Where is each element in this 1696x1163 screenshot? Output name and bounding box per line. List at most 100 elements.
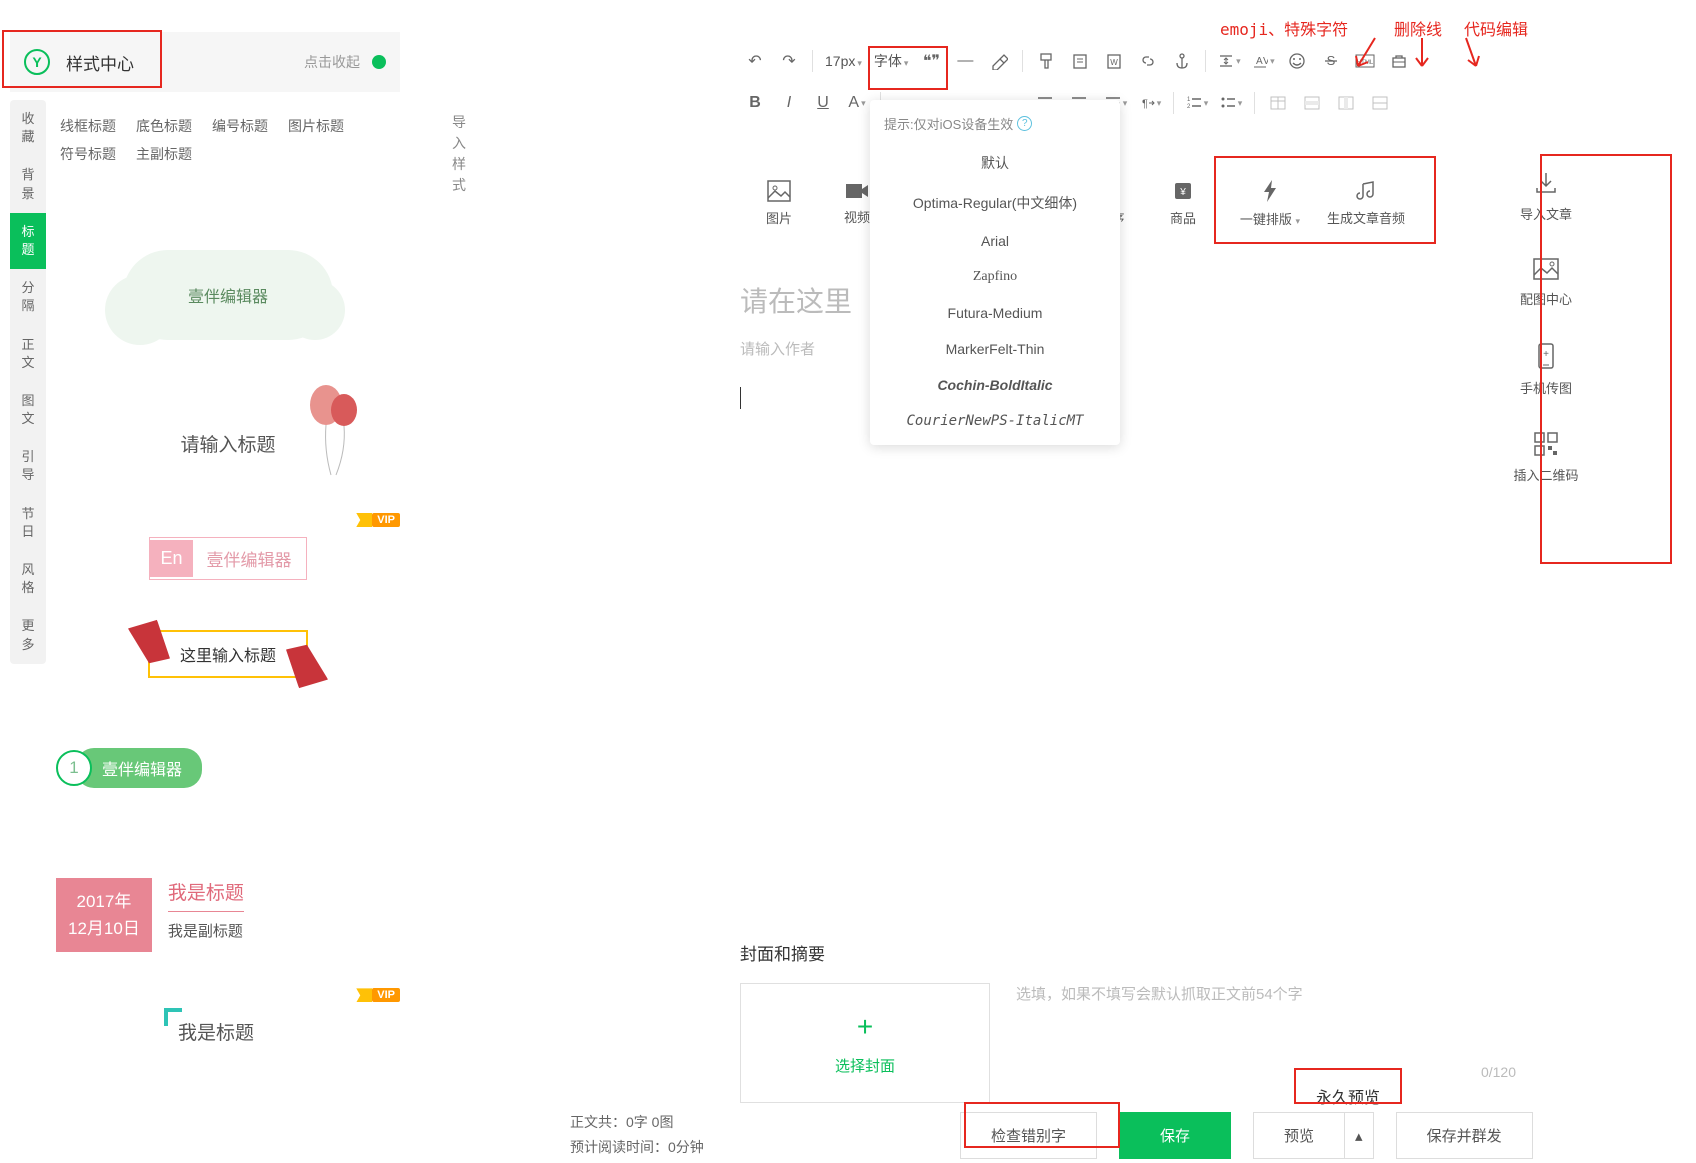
tab-favorites[interactable]: 收藏 bbox=[10, 100, 46, 156]
save-and-send-button[interactable]: 保存并群发 bbox=[1396, 1112, 1533, 1159]
ordered-list-button[interactable]: 12 bbox=[1182, 88, 1212, 118]
insert-product-button[interactable]: ¥ 商品 bbox=[1144, 170, 1222, 236]
font-size-select[interactable]: 17px bbox=[821, 53, 866, 69]
bold-button[interactable]: B bbox=[740, 88, 770, 118]
status-dot-icon bbox=[372, 55, 386, 69]
permanent-preview-link[interactable]: 永久预览 bbox=[1300, 1078, 1396, 1114]
cover-section-title: 封面和摘要 bbox=[740, 940, 1516, 965]
letter-spacing-button[interactable]: AV bbox=[1248, 46, 1278, 76]
font-option-cochin[interactable]: Cochin-BoldItalic bbox=[870, 367, 1120, 403]
hr-button[interactable]: — bbox=[950, 46, 980, 76]
import-article-button[interactable]: 导入文章 bbox=[1520, 170, 1572, 223]
save-button[interactable]: 保存 bbox=[1119, 1112, 1231, 1159]
import-style-button[interactable]: 导入样式 bbox=[450, 112, 468, 196]
preview-button[interactable]: 预览 bbox=[1253, 1112, 1345, 1159]
font-option-default[interactable]: 默认 bbox=[870, 143, 1120, 183]
filter-bg[interactable]: 底色标题 bbox=[136, 116, 192, 136]
article-stats: 正文共：0字 0图 预计阅读时间：0分钟 bbox=[570, 1110, 704, 1160]
anchor-button[interactable] bbox=[1167, 46, 1197, 76]
redo-button[interactable]: ↷ bbox=[774, 46, 804, 76]
undo-button[interactable]: ↶ bbox=[740, 46, 770, 76]
font-option-zapfino[interactable]: Zapfino bbox=[870, 259, 1120, 295]
insert-qrcode-button[interactable]: 插入二维码 bbox=[1513, 431, 1578, 484]
rtl-button[interactable]: ¶ bbox=[1135, 88, 1165, 118]
preview-date[interactable]: 2017年 12月10日 我是标题 我是副标题 bbox=[56, 878, 400, 952]
emoji-button[interactable] bbox=[1282, 46, 1312, 76]
quote-button[interactable]: ❝❞ bbox=[916, 46, 946, 76]
filter-mainsub[interactable]: 主副标题 bbox=[136, 144, 192, 164]
font-color-button[interactable]: A bbox=[842, 88, 872, 118]
tab-divider[interactable]: 分隔 bbox=[10, 269, 46, 325]
underline-button[interactable]: U bbox=[808, 88, 838, 118]
bottom-action-bar: 检查错别字 保存 预览 ▴ 保存并群发 bbox=[960, 1112, 1533, 1159]
video-icon bbox=[845, 181, 869, 201]
tab-imagetext[interactable]: 图文 bbox=[10, 382, 46, 438]
eraser-button[interactable] bbox=[984, 46, 1014, 76]
svg-text:A: A bbox=[1256, 56, 1263, 67]
svg-text:1: 1 bbox=[1187, 97, 1191, 103]
link-button[interactable] bbox=[1133, 46, 1163, 76]
style-center-title: 样式中心 bbox=[66, 50, 134, 75]
filter-symbol[interactable]: 符号标题 bbox=[60, 144, 116, 164]
collapse-toggle[interactable]: 点击收起 bbox=[304, 52, 386, 72]
paste-text-button[interactable] bbox=[1065, 46, 1095, 76]
font-option-markerfelt[interactable]: MarkerFelt-Thin bbox=[870, 331, 1120, 367]
generate-audio-button[interactable]: 生成文章音频 bbox=[1318, 170, 1414, 236]
logo-icon: Y bbox=[24, 49, 50, 75]
tab-festival[interactable]: 节日 bbox=[10, 495, 46, 551]
preview-balloon[interactable]: 请输入标题 bbox=[56, 430, 400, 457]
strikethrough-button[interactable]: S bbox=[1316, 46, 1346, 76]
style-center-header: Y 样式中心 点击收起 bbox=[10, 32, 400, 92]
svg-text:2: 2 bbox=[1187, 104, 1191, 110]
auto-layout-button[interactable]: 一键排版 ▾ bbox=[1222, 170, 1318, 236]
cover-summary-section: 封面和摘要 + 选择封面 选填，如果不填写会默认抓取正文前54个字 0/120 bbox=[740, 940, 1516, 1103]
italic-button[interactable]: I bbox=[774, 88, 804, 118]
table-del-col-button bbox=[1331, 88, 1361, 118]
font-option-arial[interactable]: Arial bbox=[870, 223, 1120, 259]
line-height-button[interactable] bbox=[1214, 46, 1244, 76]
image-center-button[interactable]: 配图中心 bbox=[1520, 257, 1572, 308]
gallery-icon bbox=[1532, 257, 1560, 281]
tab-more[interactable]: 更多 bbox=[10, 607, 46, 663]
phone-upload-button[interactable]: + 手机传图 bbox=[1520, 342, 1572, 397]
preview-cloud[interactable]: 壹伴编辑器 bbox=[56, 250, 400, 340]
svg-text:¶: ¶ bbox=[1142, 98, 1148, 110]
tab-body[interactable]: 正文 bbox=[10, 326, 46, 382]
preview-dropdown-toggle[interactable]: ▴ bbox=[1345, 1112, 1374, 1159]
preview-ribbon[interactable]: 这里输入标题 bbox=[56, 630, 400, 678]
unordered-list-button[interactable] bbox=[1216, 88, 1246, 118]
format-brush-button[interactable] bbox=[1031, 46, 1061, 76]
filter-image[interactable]: 图片标题 bbox=[288, 116, 344, 136]
check-typo-button[interactable]: 检查错别字 bbox=[960, 1112, 1097, 1159]
summary-placeholder[interactable]: 选填，如果不填写会默认抓取正文前54个字 bbox=[1016, 983, 1516, 1004]
style-filter-row: 线框标题 底色标题 编号标题 图片标题 符号标题 主副标题 bbox=[56, 108, 400, 172]
help-icon[interactable]: ? bbox=[1017, 116, 1032, 131]
filter-number[interactable]: 编号标题 bbox=[212, 116, 268, 136]
svg-text:W: W bbox=[1111, 58, 1119, 67]
filter-border[interactable]: 线框标题 bbox=[60, 116, 116, 136]
font-option-futura[interactable]: Futura-Medium bbox=[870, 295, 1120, 331]
image-icon bbox=[767, 180, 791, 202]
tab-title[interactable]: 标题 bbox=[10, 213, 46, 269]
insert-image-button[interactable]: 图片 bbox=[740, 170, 818, 236]
cover-upload-button[interactable]: + 选择封面 bbox=[740, 983, 990, 1103]
font-family-dropdown: 提示:仅对iOS设备生效 ? 默认 Optima-Regular(中文细体) A… bbox=[870, 100, 1120, 445]
left-category-tabs: 收藏 背景 标题 分隔 正文 图文 引导 节日 风格 更多 bbox=[10, 100, 46, 664]
font-option-courier[interactable]: CourierNewPS-ItalicMT bbox=[870, 403, 1120, 439]
style-preview-panel: 壹伴编辑器 请输入标题 VIP En 壹伴编辑器 这里输入标题 1 壹伴编辑器 bbox=[56, 200, 400, 1163]
vip-badge: VIP bbox=[356, 988, 400, 1002]
tab-style[interactable]: 风格 bbox=[10, 551, 46, 607]
svg-text:¥: ¥ bbox=[1179, 187, 1186, 198]
tab-background[interactable]: 背景 bbox=[10, 156, 46, 212]
paste-word-button[interactable]: W bbox=[1099, 46, 1129, 76]
toolbox-button[interactable] bbox=[1384, 46, 1414, 76]
font-ios-tip: 提示:仅对iOS设备生效 ? bbox=[870, 106, 1120, 143]
preview-en-badge[interactable]: VIP En 壹伴编辑器 bbox=[56, 537, 400, 580]
preview-numbered[interactable]: 1 壹伴编辑器 bbox=[56, 748, 400, 788]
font-family-select[interactable]: 字体 bbox=[870, 51, 913, 71]
balloon-icon bbox=[306, 380, 366, 480]
preview-bracket[interactable]: VIP 我是标题 bbox=[56, 1012, 400, 1051]
font-option-optima[interactable]: Optima-Regular(中文细体) bbox=[870, 183, 1120, 223]
tab-guide[interactable]: 引导 bbox=[10, 438, 46, 494]
download-icon bbox=[1533, 170, 1559, 196]
